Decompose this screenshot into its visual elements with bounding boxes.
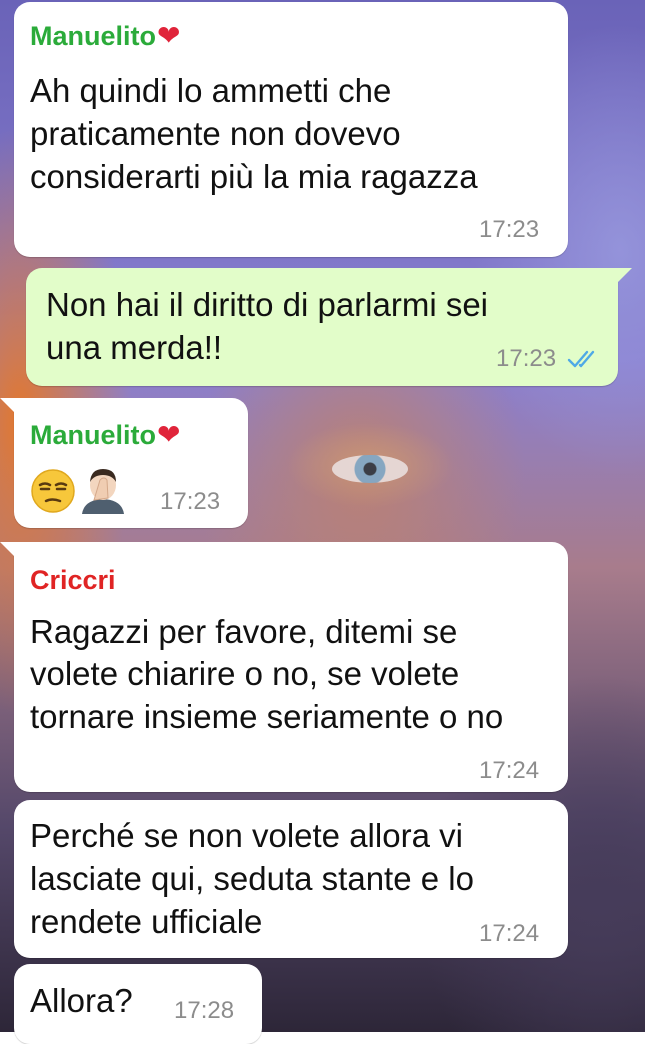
man-facepalming-icon <box>82 469 124 514</box>
sender-name[interactable]: Criccri <box>30 564 116 596</box>
message-line: rendete ufficiale <box>30 903 263 940</box>
unamused-face-icon <box>31 469 75 513</box>
message-line: lasciate qui, seduta stante e lo <box>30 860 474 897</box>
bubble-tail <box>618 268 632 282</box>
message-bubble-1[interactable]: Manuelito❤ Ah quindi lo ammetti che prat… <box>14 2 568 257</box>
message-line: una merda!! <box>46 329 223 366</box>
message-bubble-2[interactable]: Non hai il diritto di parlarmi sei una m… <box>26 268 618 386</box>
message-timestamp: 17:28 <box>174 997 235 1024</box>
message-bubble-6[interactable]: Allora? 17:28 <box>14 964 262 1044</box>
message-line: Ah quindi lo ammetti che <box>30 72 392 109</box>
bubble-tail <box>0 542 14 556</box>
message-timestamp: 17:23 <box>479 216 540 243</box>
message-timestamp: 17:24 <box>479 920 540 947</box>
message-timestamp: 17:23 <box>496 345 557 372</box>
sender-name-text: Manuelito <box>30 21 156 51</box>
message-timestamp: 17:24 <box>479 757 540 784</box>
sender-name-text: Manuelito <box>30 420 156 450</box>
message-line: Non hai il diritto di parlarmi sei <box>46 286 489 323</box>
message-bubble-3[interactable]: Manuelito❤ 17:23 <box>14 398 248 528</box>
message-line: volete chiarire o no, se volete <box>30 655 460 692</box>
message-bubble-4[interactable]: Criccri Ragazzi per favore, ditemi se vo… <box>14 542 568 792</box>
message-timestamp: 17:23 <box>160 488 221 515</box>
message-line: Allora? <box>30 982 133 1019</box>
sender-name[interactable]: Manuelito❤ <box>30 419 180 451</box>
message-line: Perché se non volete allora vi <box>30 817 463 854</box>
message-line: Ragazzi per favore, ditemi se <box>30 613 458 650</box>
heart-icon: ❤ <box>157 418 181 451</box>
message-line: praticamente non dovevo <box>30 115 401 152</box>
message-bubble-5[interactable]: Perché se non volete allora vi lasciate … <box>14 800 568 958</box>
double-check-read-icon <box>567 350 595 368</box>
wallpaper-eye <box>332 455 408 483</box>
sender-name[interactable]: Manuelito❤ <box>30 20 180 52</box>
bubble-tail <box>0 398 14 412</box>
message-line: considerarti più la mia ragazza <box>30 158 478 195</box>
message-line: tornare insieme seriamente o no <box>30 698 504 735</box>
heart-icon: ❤ <box>157 19 181 52</box>
